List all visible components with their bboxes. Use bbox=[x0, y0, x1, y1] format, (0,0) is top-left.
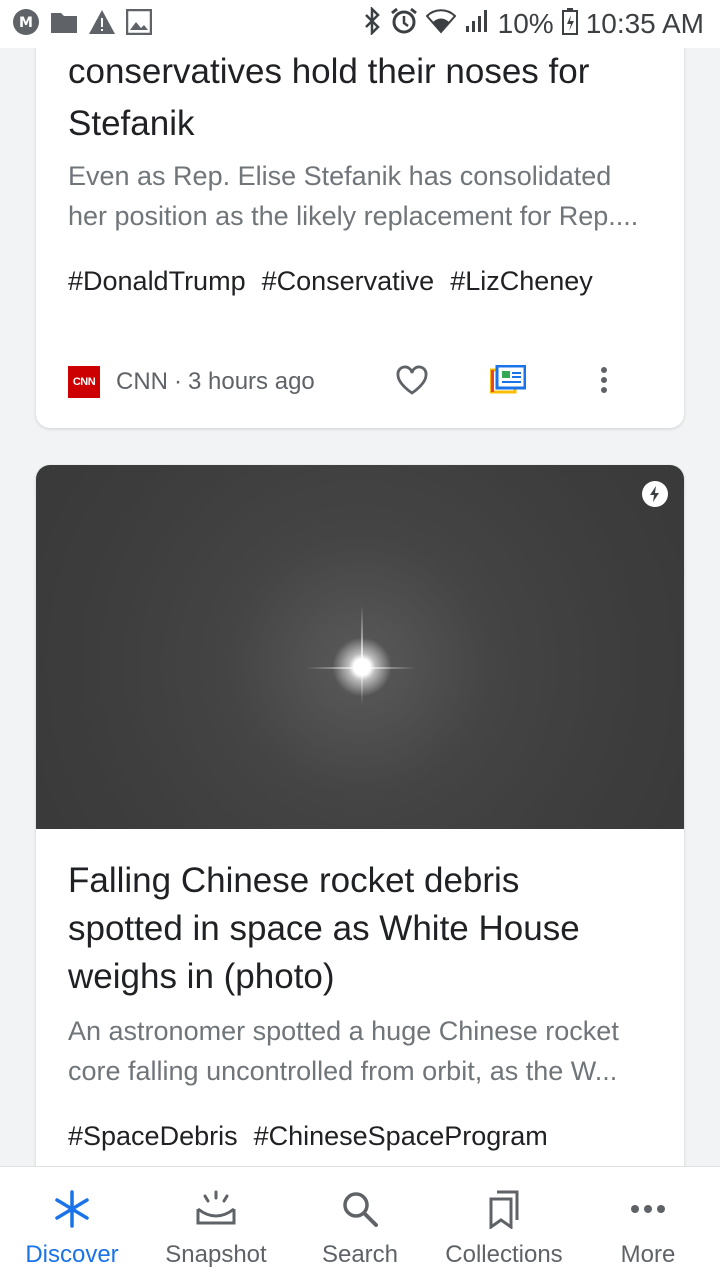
rocket-debris-light bbox=[330, 635, 394, 699]
heart-icon bbox=[396, 365, 428, 400]
hashtag-row: #SpaceDebris #ChineseSpaceProgram bbox=[36, 1121, 684, 1152]
timestamp: 3 hours ago bbox=[188, 368, 315, 395]
snippet-line: Even as Rep. Elise Stefanik has consolid… bbox=[68, 161, 612, 191]
publisher-logo: CNN bbox=[68, 366, 100, 398]
hashtag[interactable]: #SpaceDebris bbox=[68, 1121, 238, 1152]
nav-label: Snapshot bbox=[165, 1241, 267, 1268]
battery-percent: 10% bbox=[497, 8, 554, 39]
article-card[interactable]: Falling Chinese rocket debris spotted in… bbox=[36, 465, 684, 1225]
alarm-icon bbox=[390, 7, 418, 42]
nav-collections[interactable]: Collections bbox=[432, 1167, 576, 1281]
warning-icon bbox=[88, 9, 116, 40]
battery-icon bbox=[561, 7, 578, 42]
nav-search[interactable]: Search bbox=[288, 1167, 432, 1281]
like-button[interactable] bbox=[364, 365, 460, 400]
more-vert-icon bbox=[600, 366, 608, 399]
nav-snapshot[interactable]: Snapshot bbox=[144, 1167, 288, 1281]
headline-line: conservatives hold their noses for bbox=[68, 52, 590, 91]
bluetooth-icon bbox=[362, 5, 382, 42]
article-snippet: Even as Rep. Elise Stefanik has consolid… bbox=[36, 156, 684, 236]
article-image[interactable] bbox=[36, 465, 684, 829]
clock: 10:35 AM bbox=[585, 8, 704, 39]
snippet-line: An astronomer spotted a huge Chinese roc… bbox=[68, 1016, 619, 1046]
publisher-name: CNN bbox=[116, 368, 168, 395]
app-notification-icon: M bbox=[12, 8, 40, 41]
amp-lightning-icon bbox=[642, 481, 668, 507]
asterisk-icon bbox=[52, 1187, 92, 1231]
source-info: CNN · 3 hours ago bbox=[116, 368, 315, 396]
status-bar: M 10% 10:35 AM bbox=[0, 0, 720, 48]
hashtag[interactable]: #DonaldTrump bbox=[68, 266, 246, 297]
hashtag[interactable]: #LizCheney bbox=[450, 266, 593, 297]
notification-icons: M bbox=[0, 8, 153, 41]
hashtag-row: #DonaldTrump #Conservative #LizCheney bbox=[36, 266, 684, 297]
signal-icon bbox=[464, 8, 490, 41]
nav-label: Search bbox=[321, 1241, 399, 1268]
headline-line: Stefanik bbox=[68, 104, 195, 143]
search-icon bbox=[340, 1187, 380, 1231]
folder-icon bbox=[50, 10, 78, 39]
headline-line: weighs in (photo) bbox=[68, 957, 335, 996]
snapshot-icon bbox=[195, 1187, 237, 1231]
source-row: CNN CNN · 3 hours ago bbox=[68, 360, 652, 404]
full-coverage-icon bbox=[489, 364, 527, 400]
separator-dot: · bbox=[174, 368, 182, 395]
nav-discover[interactable]: Discover bbox=[0, 1167, 144, 1281]
headline-line: spotted in space as White House bbox=[68, 909, 580, 948]
hashtag[interactable]: #ChineseSpaceProgram bbox=[254, 1121, 548, 1152]
full-coverage-button[interactable] bbox=[460, 364, 556, 400]
article-headline[interactable]: Falling Chinese rocket debris spotted in… bbox=[36, 857, 684, 1001]
image-icon bbox=[125, 8, 153, 40]
snippet-line: her position as the likely replacement f… bbox=[68, 201, 639, 231]
headline-line: Falling Chinese rocket debris bbox=[68, 861, 520, 900]
bookmarks-icon bbox=[486, 1187, 522, 1231]
more-options-button[interactable] bbox=[556, 366, 652, 399]
card-actions bbox=[364, 360, 652, 404]
nav-more[interactable]: More bbox=[576, 1167, 720, 1281]
hashtag[interactable]: #Conservative bbox=[262, 266, 435, 297]
article-card[interactable]: conservatives hold their noses for Stefa… bbox=[36, 0, 684, 428]
more-horiz-icon bbox=[630, 1187, 666, 1231]
nav-label: Collections bbox=[445, 1241, 563, 1268]
wifi-icon bbox=[425, 8, 457, 41]
bottom-navigation: Discover Snapshot Search Collections Mor… bbox=[0, 1166, 720, 1281]
article-snippet: An astronomer spotted a huge Chinese roc… bbox=[36, 1011, 684, 1091]
svg-text:M: M bbox=[19, 15, 33, 31]
snippet-line: core falling uncontrolled from orbit, as… bbox=[68, 1056, 618, 1086]
nav-label: More bbox=[620, 1241, 676, 1268]
nav-label: Discover bbox=[25, 1241, 119, 1268]
article-headline[interactable]: conservatives hold their noses for Stefa… bbox=[36, 46, 684, 150]
system-status: 10% 10:35 AM bbox=[362, 5, 720, 42]
